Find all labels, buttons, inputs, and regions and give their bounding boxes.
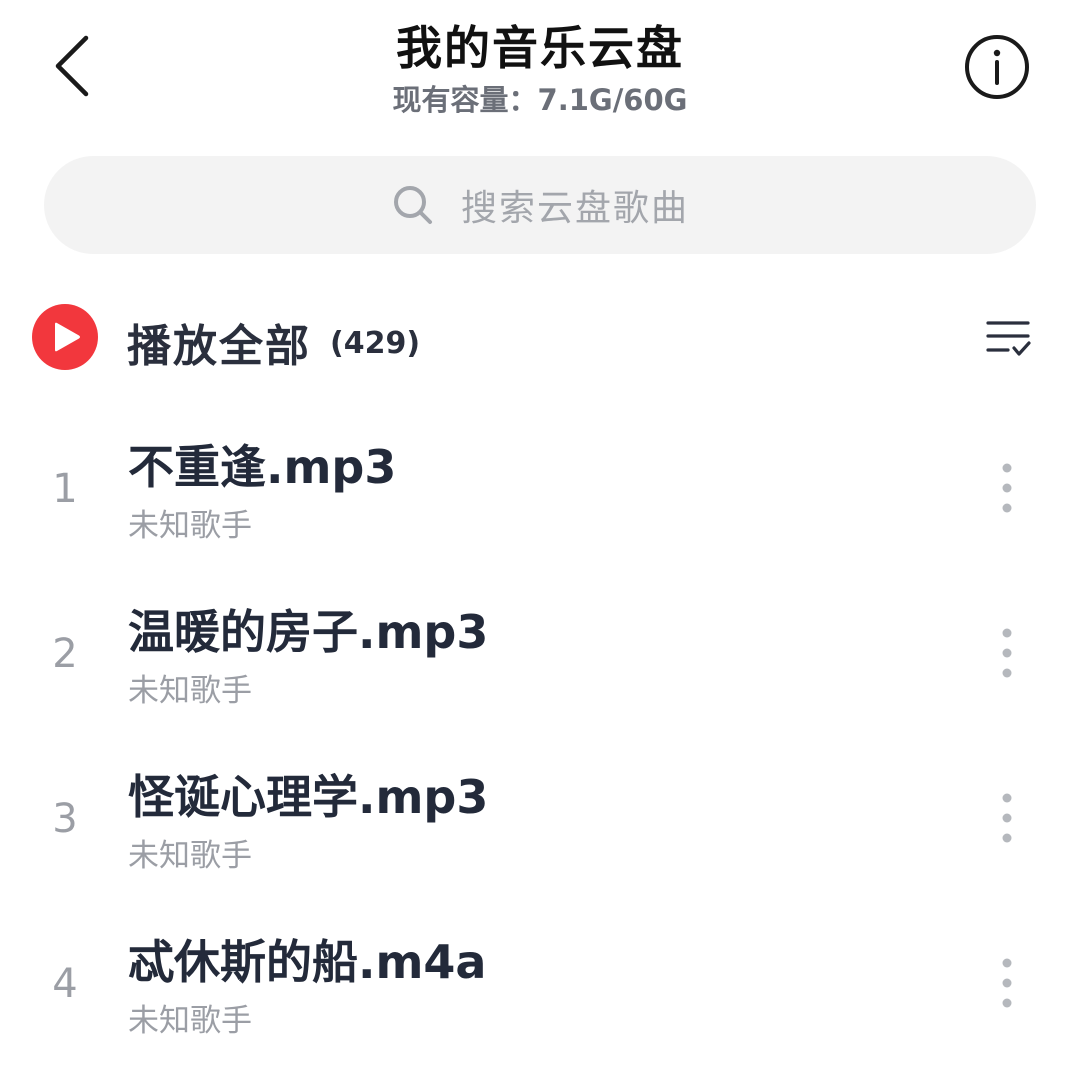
- song-artist: 未知歌手: [128, 838, 252, 874]
- list-check-icon: [986, 321, 1031, 356]
- song-row[interactable]: 4 忒休斯的船.m4a 未知歌手: [0, 913, 1080, 1078]
- search-placeholder: 搜索云盘歌曲: [460, 188, 689, 229]
- more-vertical-icon: [1002, 628, 1012, 678]
- song-index: 4: [52, 961, 78, 1007]
- info-button[interactable]: [962, 32, 1032, 102]
- song-index: 3: [52, 796, 78, 842]
- more-button[interactable]: [984, 623, 1030, 683]
- song-row[interactable]: 2 温暖的房子.mp3 未知歌手: [0, 583, 1080, 748]
- song-index: 2: [52, 631, 78, 677]
- search-bar[interactable]: 搜索云盘歌曲: [44, 156, 1036, 254]
- play-circle-icon: [32, 304, 98, 370]
- song-title: 温暖的房子.mp3: [128, 605, 489, 659]
- header-bar: 我的音乐云盘 现有容量：7.1G/60G: [0, 0, 1080, 140]
- song-artist: 未知歌手: [128, 673, 252, 709]
- song-artist: 未知歌手: [128, 1003, 252, 1039]
- song-artist: 未知歌手: [128, 508, 252, 544]
- play-all-row: 播放全部 (429): [0, 296, 1080, 386]
- song-title: 忒休斯的船.m4a: [128, 935, 487, 989]
- song-row[interactable]: 1 不重逢.mp3 未知歌手: [0, 418, 1080, 583]
- song-index: 1: [52, 466, 78, 512]
- song-list: 1 不重逢.mp3 未知歌手 2 温暖的房子.mp3 未知歌手 3 怪诞心理学.…: [0, 418, 1080, 1078]
- more-vertical-icon: [1002, 958, 1012, 1008]
- search-icon: [391, 183, 435, 227]
- more-vertical-icon: [1002, 793, 1012, 843]
- song-count: (429): [330, 326, 421, 361]
- multiselect-button[interactable]: [982, 316, 1034, 362]
- page-title: 我的音乐云盘: [396, 21, 684, 75]
- song-title: 怪诞心理学.mp3: [128, 770, 489, 824]
- capacity-label: 现有容量：7.1G/60G: [392, 83, 688, 117]
- more-button[interactable]: [984, 788, 1030, 848]
- play-all-label: 播放全部: [127, 321, 311, 372]
- more-button[interactable]: [984, 953, 1030, 1013]
- song-title: 不重逢.mp3: [128, 440, 397, 494]
- play-all-button[interactable]: 播放全部 (429): [32, 304, 452, 380]
- more-vertical-icon: [1002, 463, 1012, 513]
- song-row[interactable]: 3 怪诞心理学.mp3 未知歌手: [0, 748, 1080, 913]
- more-button[interactable]: [984, 458, 1030, 518]
- info-circle-icon: [965, 35, 1029, 99]
